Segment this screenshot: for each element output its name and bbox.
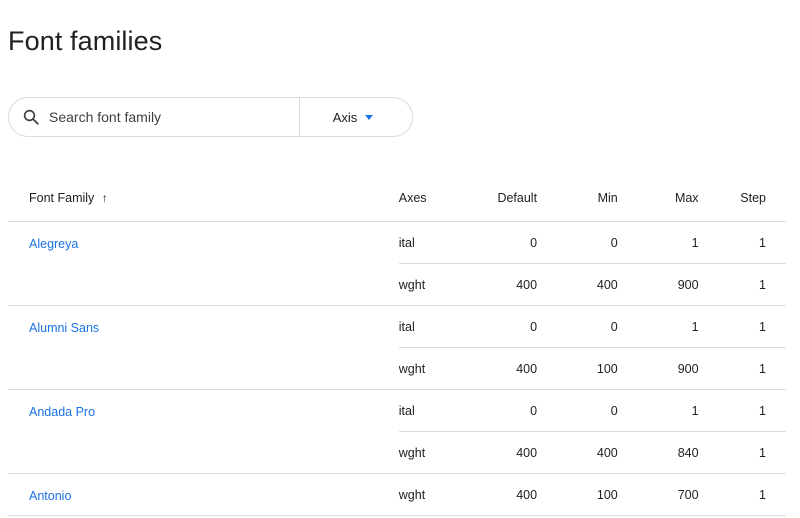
search-icon: [22, 108, 40, 126]
step-cell: 1: [698, 263, 786, 306]
max-cell: 1: [617, 305, 699, 348]
max-cell: 900: [617, 263, 699, 306]
table-row: Alumni Sans ital 0 0 1 1: [8, 305, 786, 390]
font-family-link[interactable]: Alegreya: [29, 237, 78, 251]
font-family-cell: Andada Pro: [8, 389, 399, 474]
axis-tag-cell: ital: [398, 221, 466, 264]
max-cell: 840: [617, 431, 699, 474]
step-cell: 1: [698, 305, 786, 348]
step-cell: 1: [698, 431, 786, 474]
column-header-font-family[interactable]: Font Family ↑: [8, 175, 399, 222]
step-cell: 1: [698, 347, 786, 390]
font-family-link[interactable]: Alumni Sans: [29, 321, 99, 335]
min-cell: 100: [537, 347, 618, 390]
axis-tag-cell: ital: [398, 389, 466, 432]
min-cell: 100: [537, 473, 618, 516]
search-input[interactable]: [49, 98, 299, 136]
max-cell: 900: [617, 347, 699, 390]
column-header-default: Default: [465, 175, 538, 222]
default-cell: 400: [465, 263, 538, 306]
column-header-font-family-label: Font Family: [29, 191, 95, 205]
min-cell: 0: [537, 305, 618, 348]
default-cell: 0: [465, 305, 538, 348]
default-cell: 400: [465, 473, 538, 516]
font-families-table: Font Family ↑ Axes Default Min Max Step …: [8, 175, 786, 516]
min-cell: 0: [537, 389, 618, 432]
table-row: Antonio wght 400 100 700 1: [8, 473, 786, 516]
default-cell: 0: [465, 389, 538, 432]
default-cell: 400: [465, 431, 538, 474]
axis-tag-cell: ital: [398, 305, 466, 348]
step-cell: 1: [698, 473, 786, 516]
table-header-row: Font Family ↑ Axes Default Min Max Step: [8, 175, 786, 222]
step-cell: 1: [698, 221, 786, 264]
axis-filter-dropdown[interactable]: Axis: [300, 98, 412, 136]
max-cell: 700: [617, 473, 699, 516]
axis-tag-cell: wght: [398, 473, 466, 516]
step-cell: 1: [698, 389, 786, 432]
axis-filter-label: Axis: [332, 109, 358, 125]
font-family-cell: Alumni Sans: [8, 305, 399, 390]
min-cell: 0: [537, 221, 618, 264]
page-title: Font families: [8, 26, 163, 56]
sort-ascending-icon: ↑: [101, 191, 108, 205]
min-cell: 400: [537, 263, 618, 306]
font-family-cell: Alegreya: [8, 221, 399, 306]
max-cell: 1: [617, 221, 699, 264]
font-family-cell: Antonio: [8, 473, 399, 516]
column-header-max: Max: [617, 175, 699, 222]
font-family-link[interactable]: Andada Pro: [29, 405, 95, 419]
search-bar: Axis: [8, 97, 413, 137]
axis-tag-cell: wght: [398, 263, 466, 306]
column-header-step: Step: [698, 175, 786, 222]
max-cell: 1: [617, 389, 699, 432]
default-cell: 400: [465, 347, 538, 390]
table-row: Andada Pro ital 0 0 1 1: [8, 389, 786, 474]
default-cell: 0: [465, 221, 538, 264]
font-families-page: Font families Axis Font Family ↑ Axes De…: [0, 0, 800, 518]
column-header-min: Min: [537, 175, 618, 222]
min-cell: 400: [537, 431, 618, 474]
axis-tag-cell: wght: [398, 347, 466, 390]
caret-down-icon: [365, 114, 374, 120]
font-family-link[interactable]: Antonio: [29, 489, 71, 503]
axis-tag-cell: wght: [398, 431, 466, 474]
column-header-axes: Axes: [398, 175, 466, 222]
table-row: Alegreya ital 0 0 1 1: [8, 221, 786, 306]
